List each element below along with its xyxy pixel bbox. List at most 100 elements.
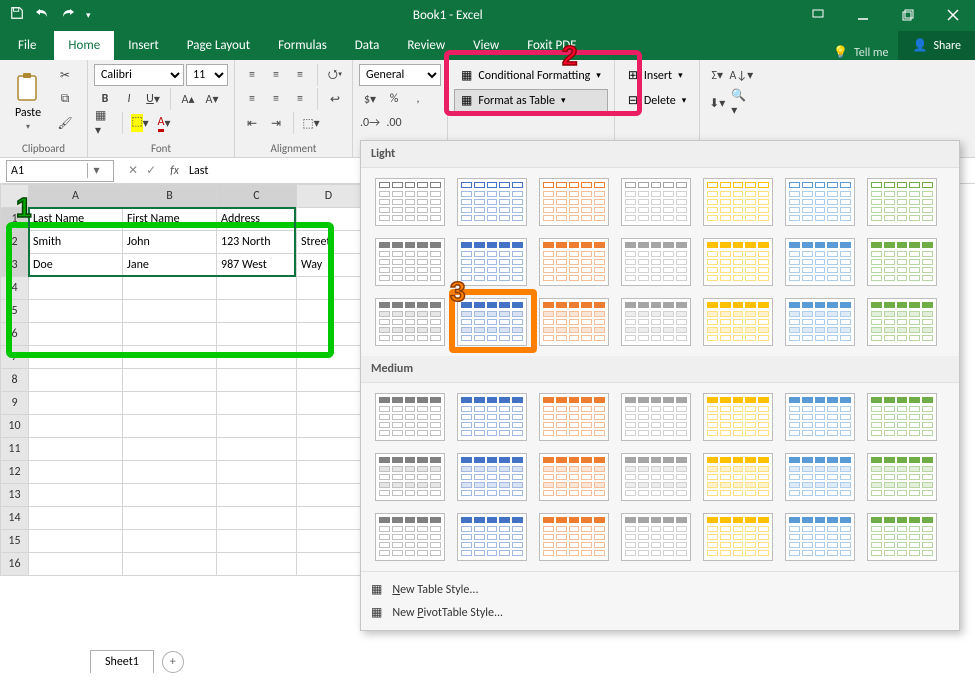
conditional-formatting-button[interactable]: ▦ Conditional Formatting▾ — [454, 64, 608, 87]
cell[interactable] — [297, 415, 361, 438]
format-as-table-button[interactable]: ▦ Format as Table▾ — [454, 89, 608, 112]
tab-formulas[interactable]: Formulas — [264, 31, 341, 60]
cancel-icon[interactable]: ✕ — [128, 163, 138, 178]
cell[interactable] — [217, 461, 297, 484]
table-style-swatch[interactable] — [621, 178, 691, 226]
new-sheet-button[interactable]: + — [162, 651, 184, 673]
cell[interactable] — [123, 530, 217, 553]
table-style-swatch[interactable] — [457, 238, 527, 286]
align-top-button[interactable]: ≡ — [241, 64, 263, 86]
cell[interactable] — [29, 323, 123, 346]
cell[interactable]: 987 West — [217, 254, 297, 277]
table-style-swatch[interactable] — [457, 393, 527, 441]
cell[interactable]: Jane — [123, 254, 217, 277]
increase-font-button[interactable]: A▴ — [177, 88, 199, 110]
table-style-swatch[interactable] — [785, 513, 855, 561]
table-style-swatch[interactable] — [785, 298, 855, 346]
name-box[interactable]: ▾ — [6, 160, 114, 182]
copy-button[interactable]: ⧉ — [54, 88, 76, 110]
table-style-swatch[interactable] — [621, 513, 691, 561]
row-header[interactable]: 10 — [1, 415, 29, 438]
minimize-icon[interactable] — [840, 0, 885, 30]
row-header[interactable]: 5 — [1, 300, 29, 323]
decrease-font-button[interactable]: A▾ — [201, 88, 223, 110]
tab-data[interactable]: Data — [341, 31, 394, 60]
tell-me[interactable]: 💡 Tell me — [823, 45, 898, 60]
cell[interactable] — [217, 300, 297, 323]
cell[interactable] — [217, 530, 297, 553]
align-middle-button[interactable]: ≡ — [265, 64, 287, 86]
cell[interactable] — [297, 208, 361, 231]
cell[interactable] — [123, 392, 217, 415]
table-style-swatch[interactable] — [867, 298, 937, 346]
cell[interactable] — [123, 323, 217, 346]
table-style-swatch[interactable] — [539, 513, 609, 561]
table-style-swatch[interactable] — [539, 453, 609, 501]
table-style-swatch[interactable] — [457, 178, 527, 226]
cell[interactable] — [123, 277, 217, 300]
tab-file[interactable]: File — [0, 31, 54, 60]
cell[interactable] — [29, 346, 123, 369]
cell[interactable] — [217, 369, 297, 392]
font-size-select[interactable]: 11 — [186, 64, 228, 86]
table-style-swatch[interactable] — [867, 178, 937, 226]
row-header[interactable]: 11 — [1, 438, 29, 461]
increase-decimal-button[interactable]: .0→ — [359, 112, 381, 134]
paste-button[interactable]: Paste ▾ — [6, 64, 50, 140]
orientation-button[interactable]: ⭯▾ — [324, 64, 346, 86]
table-style-swatch[interactable] — [703, 393, 773, 441]
align-right-button[interactable]: ≡ — [289, 88, 311, 110]
table-style-swatch[interactable] — [867, 513, 937, 561]
table-style-swatch[interactable] — [867, 238, 937, 286]
cell[interactable]: 123 North — [217, 231, 297, 254]
cell[interactable] — [123, 553, 217, 576]
table-style-swatch[interactable] — [785, 178, 855, 226]
cell[interactable] — [297, 438, 361, 461]
fx-icon[interactable]: fx — [164, 164, 185, 178]
tab-review[interactable]: Review — [393, 31, 459, 60]
tab-view[interactable]: View — [459, 31, 513, 60]
table-style-swatch[interactable] — [375, 178, 445, 226]
cell[interactable]: First Name — [123, 208, 217, 231]
table-style-swatch[interactable] — [785, 238, 855, 286]
cell[interactable] — [297, 300, 361, 323]
decrease-decimal-button[interactable]: .00 — [383, 112, 405, 134]
cell[interactable] — [297, 484, 361, 507]
cell[interactable] — [217, 507, 297, 530]
cell[interactable] — [297, 346, 361, 369]
qat-customize-icon[interactable]: ▾ — [86, 10, 91, 21]
cell[interactable] — [297, 323, 361, 346]
select-all-corner[interactable] — [1, 185, 29, 208]
cell[interactable] — [123, 484, 217, 507]
table-style-swatch[interactable] — [621, 238, 691, 286]
table-style-swatch[interactable] — [457, 298, 527, 346]
sort-filter-button[interactable]: A↓▾ — [730, 64, 752, 86]
cell[interactable]: Street — [297, 231, 361, 254]
restore-icon[interactable] — [885, 0, 930, 30]
cell[interactable] — [297, 277, 361, 300]
worksheet-grid[interactable]: A B C D 1Last NameFirst NameAddress2Smit… — [0, 184, 361, 576]
table-style-swatch[interactable] — [703, 298, 773, 346]
cell[interactable] — [217, 438, 297, 461]
new-table-style-item[interactable]: ▦ New Table Style... — [371, 578, 949, 601]
delete-cells-button[interactable]: ⊟Delete ▾ — [621, 89, 693, 112]
align-left-button[interactable]: ≡ — [241, 88, 263, 110]
cell[interactable] — [217, 392, 297, 415]
cell[interactable] — [217, 277, 297, 300]
increase-indent-button[interactable]: ⇥ — [265, 112, 287, 134]
cell[interactable] — [29, 438, 123, 461]
table-style-swatch[interactable] — [457, 513, 527, 561]
table-style-swatch[interactable] — [375, 238, 445, 286]
cell[interactable] — [29, 277, 123, 300]
format-painter-button[interactable]: 🖌 — [54, 112, 76, 134]
sheet-tab-sheet1[interactable]: Sheet1 — [90, 650, 154, 673]
percent-format-button[interactable]: % — [383, 88, 405, 110]
cell[interactable] — [123, 415, 217, 438]
row-header[interactable]: 12 — [1, 461, 29, 484]
underline-button[interactable]: U ▾ — [142, 88, 164, 110]
italic-button[interactable]: I — [118, 88, 140, 110]
cell[interactable] — [29, 392, 123, 415]
tab-page-layout[interactable]: Page Layout — [173, 31, 264, 60]
row-header[interactable]: 3 — [1, 254, 29, 277]
cell[interactable] — [123, 346, 217, 369]
